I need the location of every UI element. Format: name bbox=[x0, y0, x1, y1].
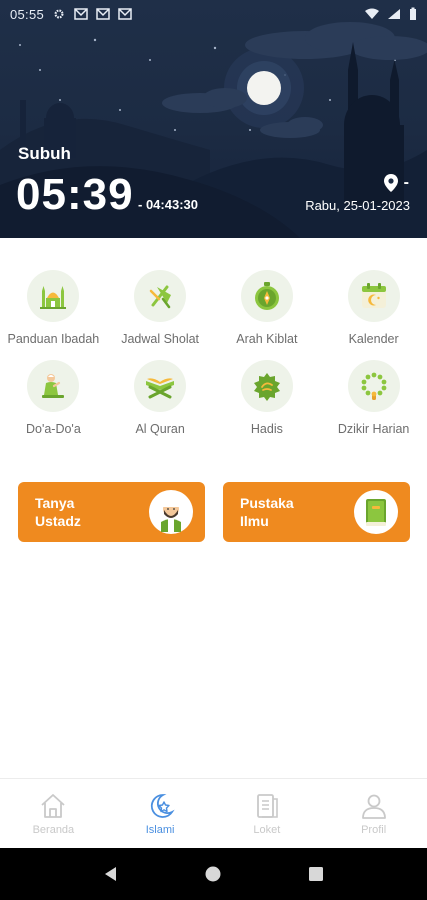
ustadz-avatar-icon bbox=[149, 490, 193, 534]
menu-label: Kalender bbox=[348, 332, 399, 346]
profile-icon bbox=[361, 794, 386, 819]
status-bar: 05:55 bbox=[0, 0, 427, 28]
prayer-name: Subuh bbox=[18, 144, 71, 163]
signal-icon bbox=[388, 9, 400, 19]
quran-stand-icon bbox=[134, 360, 187, 412]
menu-grid: Panduan Ibadah Jadwal Sholat Arah Kiblat bbox=[0, 270, 427, 436]
status-time: 05:55 bbox=[10, 6, 45, 22]
back-icon[interactable] bbox=[102, 865, 120, 883]
compass-icon bbox=[240, 270, 293, 322]
location-text: - bbox=[403, 174, 409, 191]
nav-beranda[interactable]: Beranda bbox=[0, 779, 107, 848]
menu-label: Hadis bbox=[250, 422, 283, 436]
card-title: Pustaka Ilmu bbox=[240, 495, 294, 529]
prayer-time: 05:39 bbox=[16, 170, 134, 219]
tanya-ustadz-card[interactable]: Tanya Ustadz bbox=[18, 482, 205, 542]
location-button[interactable]: - bbox=[383, 174, 409, 192]
location-pin-icon bbox=[383, 174, 398, 192]
nav-profil[interactable]: Profil bbox=[320, 779, 427, 848]
menu-hadis[interactable]: Hadis bbox=[214, 360, 321, 436]
menu-arah-kiblat[interactable]: Arah Kiblat bbox=[214, 270, 321, 346]
menu-label: Jadwal Sholat bbox=[121, 332, 200, 346]
book-icon bbox=[354, 490, 398, 534]
praying-person-icon bbox=[27, 360, 80, 412]
nav-label: Profil bbox=[361, 823, 387, 836]
menu-label: Dzikir Harian bbox=[337, 422, 410, 436]
mail-icon bbox=[118, 8, 132, 20]
menu-dzikir-harian[interactable]: Dzikir Harian bbox=[320, 360, 427, 436]
battery-icon bbox=[410, 7, 416, 20]
nav-loket[interactable]: Loket bbox=[214, 779, 321, 848]
calendar-icon bbox=[347, 270, 400, 322]
current-date: Rabu, 25-01-2023 bbox=[305, 198, 410, 213]
home-button-icon[interactable] bbox=[204, 865, 222, 883]
menu-label: Do'a-Do'a bbox=[25, 422, 81, 436]
menu-label: Panduan Ibadah bbox=[7, 332, 100, 346]
menu-jadwal-sholat[interactable]: Jadwal Sholat bbox=[107, 270, 214, 346]
feature-cards: Tanya Ustadz Pustaka Ilmu bbox=[18, 482, 410, 542]
nav-label: Islami bbox=[145, 823, 175, 836]
recents-icon[interactable] bbox=[307, 865, 325, 883]
menu-label: Arah Kiblat bbox=[236, 332, 298, 346]
android-navigation-bar bbox=[0, 848, 427, 900]
nav-label: Loket bbox=[253, 823, 281, 836]
bottom-navigation: Beranda Islami Loket Profil bbox=[0, 778, 427, 848]
hadith-icon bbox=[240, 360, 293, 412]
prayer-header: 05:55 Subuh 05:39 - 04:43:30 - Rabu, 25-… bbox=[0, 0, 427, 238]
crescent-star-icon bbox=[151, 793, 175, 818]
mail-icon bbox=[74, 8, 88, 20]
prayer-beads-icon bbox=[347, 360, 400, 412]
prayer-countdown: - 04:43:30 bbox=[138, 197, 198, 212]
menu-panduan-ibadah[interactable]: Panduan Ibadah bbox=[0, 270, 107, 346]
settings-icon bbox=[54, 9, 64, 19]
mail-icon bbox=[96, 8, 110, 20]
nav-islami[interactable]: Islami bbox=[107, 779, 214, 848]
pustaka-ilmu-card[interactable]: Pustaka Ilmu bbox=[223, 482, 410, 542]
mosque-icon bbox=[27, 270, 80, 322]
menu-label: Al Quran bbox=[135, 422, 185, 436]
prayer-schedule-icon bbox=[134, 270, 187, 322]
nav-label: Beranda bbox=[32, 823, 75, 836]
wifi-icon bbox=[365, 8, 379, 19]
menu-doa[interactable]: Do'a-Do'a bbox=[0, 360, 107, 436]
card-title: Tanya Ustadz bbox=[35, 495, 81, 529]
menu-al-quran[interactable]: Al Quran bbox=[107, 360, 214, 436]
home-icon bbox=[41, 793, 65, 818]
document-icon bbox=[256, 793, 278, 818]
menu-kalender[interactable]: Kalender bbox=[320, 270, 427, 346]
